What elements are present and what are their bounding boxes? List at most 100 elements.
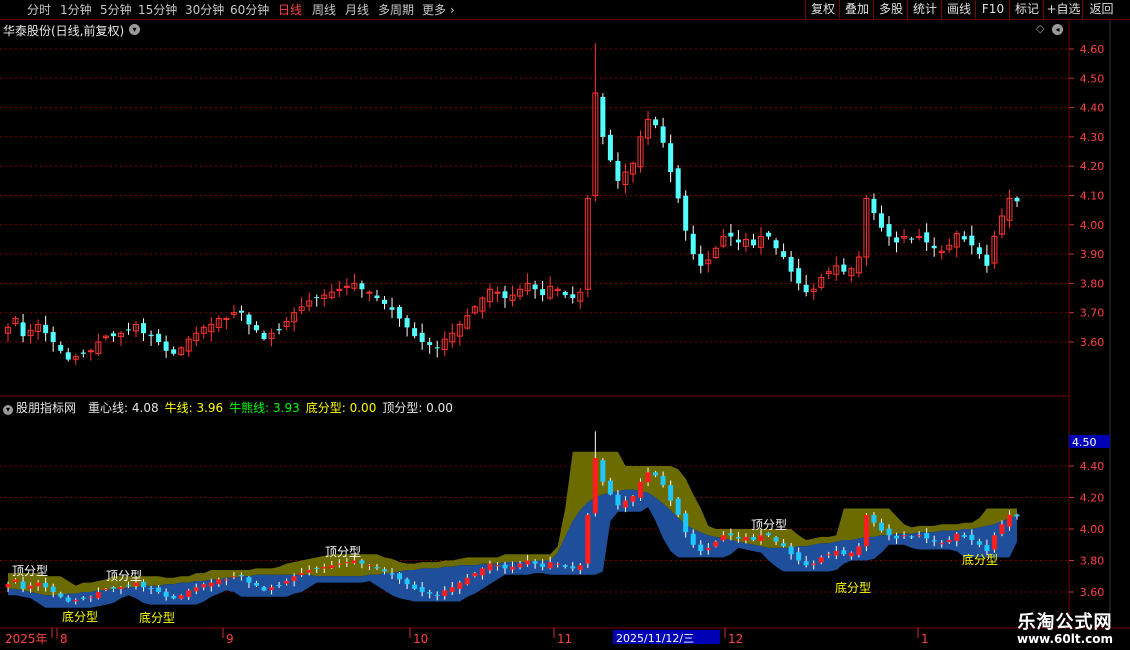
candle-body xyxy=(502,291,508,299)
y-tick-label: 3.70 xyxy=(1080,307,1105,320)
ind-candle-body xyxy=(171,595,177,599)
ind-candle-body xyxy=(261,587,267,591)
candle-body xyxy=(600,96,606,137)
indicator-name: 股朋指标网 xyxy=(16,401,77,415)
ind-candle-body xyxy=(223,579,229,581)
ind-candle-body xyxy=(743,536,749,541)
ind-candle-body xyxy=(773,537,779,542)
ind-candle-body xyxy=(269,587,275,591)
date-month-label: 11 xyxy=(557,632,572,646)
candle-body xyxy=(427,342,433,345)
ind-candle-body xyxy=(43,582,49,588)
watermark: 乐淘公式网 www.60lt.com xyxy=(1000,608,1130,650)
candle-body xyxy=(916,236,923,239)
candle-body xyxy=(607,134,613,161)
ind-candle-body xyxy=(374,567,380,569)
ind-candle-body xyxy=(28,585,34,589)
ind-candle-body xyxy=(253,582,259,586)
ind-candle-body xyxy=(344,562,350,564)
candle-body xyxy=(615,160,621,181)
candle-body xyxy=(148,334,154,337)
candle-body xyxy=(494,291,501,294)
candle-body xyxy=(434,347,440,349)
ind-candle-body xyxy=(427,592,433,594)
ind-candle-body xyxy=(88,596,94,598)
ind-candle-body xyxy=(894,535,900,539)
ind-candle-body xyxy=(412,584,418,589)
candle-body xyxy=(750,239,756,246)
ind-candle-body xyxy=(856,546,862,555)
candle-body xyxy=(419,332,425,342)
ind-candle-body xyxy=(630,495,636,502)
ind-candle-body xyxy=(871,515,877,523)
ind-candle-body xyxy=(735,536,741,539)
candle-body xyxy=(675,168,681,199)
y-tick-label: 4.50 xyxy=(1080,72,1105,85)
ind-candle-body xyxy=(788,546,794,555)
ind-candle-body xyxy=(20,581,26,589)
ind-candle-body xyxy=(766,533,772,536)
y-tick-label: 3.60 xyxy=(1080,586,1105,599)
ind-candle-body xyxy=(178,595,184,599)
candle-body xyxy=(683,195,689,231)
date-month-label: 1 xyxy=(921,632,929,646)
candle-body xyxy=(796,268,802,284)
candle-body xyxy=(931,245,937,249)
ind-candle-body xyxy=(321,566,327,569)
ind-candle-body xyxy=(133,582,139,587)
ind-candle-body xyxy=(803,561,809,566)
candle-body xyxy=(50,332,56,342)
candle-body xyxy=(366,291,373,294)
ind-candle-body xyxy=(961,535,967,537)
ind-candle-body xyxy=(449,587,455,592)
ind-candle-body xyxy=(675,498,681,515)
ind-candle-body xyxy=(863,514,869,547)
y-tick-label: 4.00 xyxy=(1080,219,1105,232)
candle-body xyxy=(961,236,967,240)
ind-candle-body xyxy=(208,582,214,587)
candle-body xyxy=(886,224,892,237)
ind-candle-body xyxy=(750,536,756,541)
candle-body xyxy=(570,294,576,299)
ind-candle-body xyxy=(690,533,696,545)
date-year-label: 2025年 xyxy=(5,632,48,646)
ind-candle-body xyxy=(713,541,719,547)
ind-candle-body xyxy=(600,460,606,482)
candle-body xyxy=(728,232,734,237)
indicator-chevron-icon[interactable]: ▾ xyxy=(3,405,13,415)
ind-candle-body xyxy=(397,573,403,580)
ind-candle-body xyxy=(901,535,907,537)
ind-candle-body xyxy=(781,543,787,547)
ind-candle-body xyxy=(562,565,568,567)
ind-candle-body xyxy=(336,563,342,565)
ind-candle-body xyxy=(284,580,290,584)
top-fractal-label: 顶分型 xyxy=(12,564,48,578)
date-month-label: 8 xyxy=(60,632,68,646)
y-tick-label: 3.80 xyxy=(1080,277,1105,290)
candle-body xyxy=(253,325,259,331)
ind-candle-body xyxy=(216,579,222,585)
ind-candle-body xyxy=(622,500,628,508)
ind-candle-body xyxy=(878,522,884,531)
candle-body xyxy=(156,333,162,342)
candle-body xyxy=(397,307,403,319)
ind-candle-body xyxy=(991,535,997,550)
chart-canvas: 4.60 4.50 4.40 4.30 4.20 4.10 4.00 3.90 3.80 3.70… xyxy=(0,20,1130,646)
candle-body xyxy=(690,233,696,255)
candle-body xyxy=(841,264,847,272)
ind-candle-body xyxy=(525,560,531,565)
ind-candle-body xyxy=(931,540,937,542)
ind-candle-body xyxy=(517,563,523,568)
candle-body xyxy=(171,349,177,354)
candle-body xyxy=(389,307,395,310)
watermark-title: 乐淘公式网 xyxy=(1017,612,1113,633)
ind-candle-body xyxy=(705,547,711,550)
top-fractal-label: 顶分型 xyxy=(325,545,361,559)
ind-candle-body xyxy=(80,597,86,599)
candle-body xyxy=(773,240,779,249)
ind-candle-body xyxy=(939,543,945,545)
candle-body xyxy=(43,324,49,334)
ind-candle-body xyxy=(186,590,192,597)
indicator-value-0: 重心线: 4.08 xyxy=(88,401,159,415)
ind-candle-body xyxy=(660,476,666,485)
